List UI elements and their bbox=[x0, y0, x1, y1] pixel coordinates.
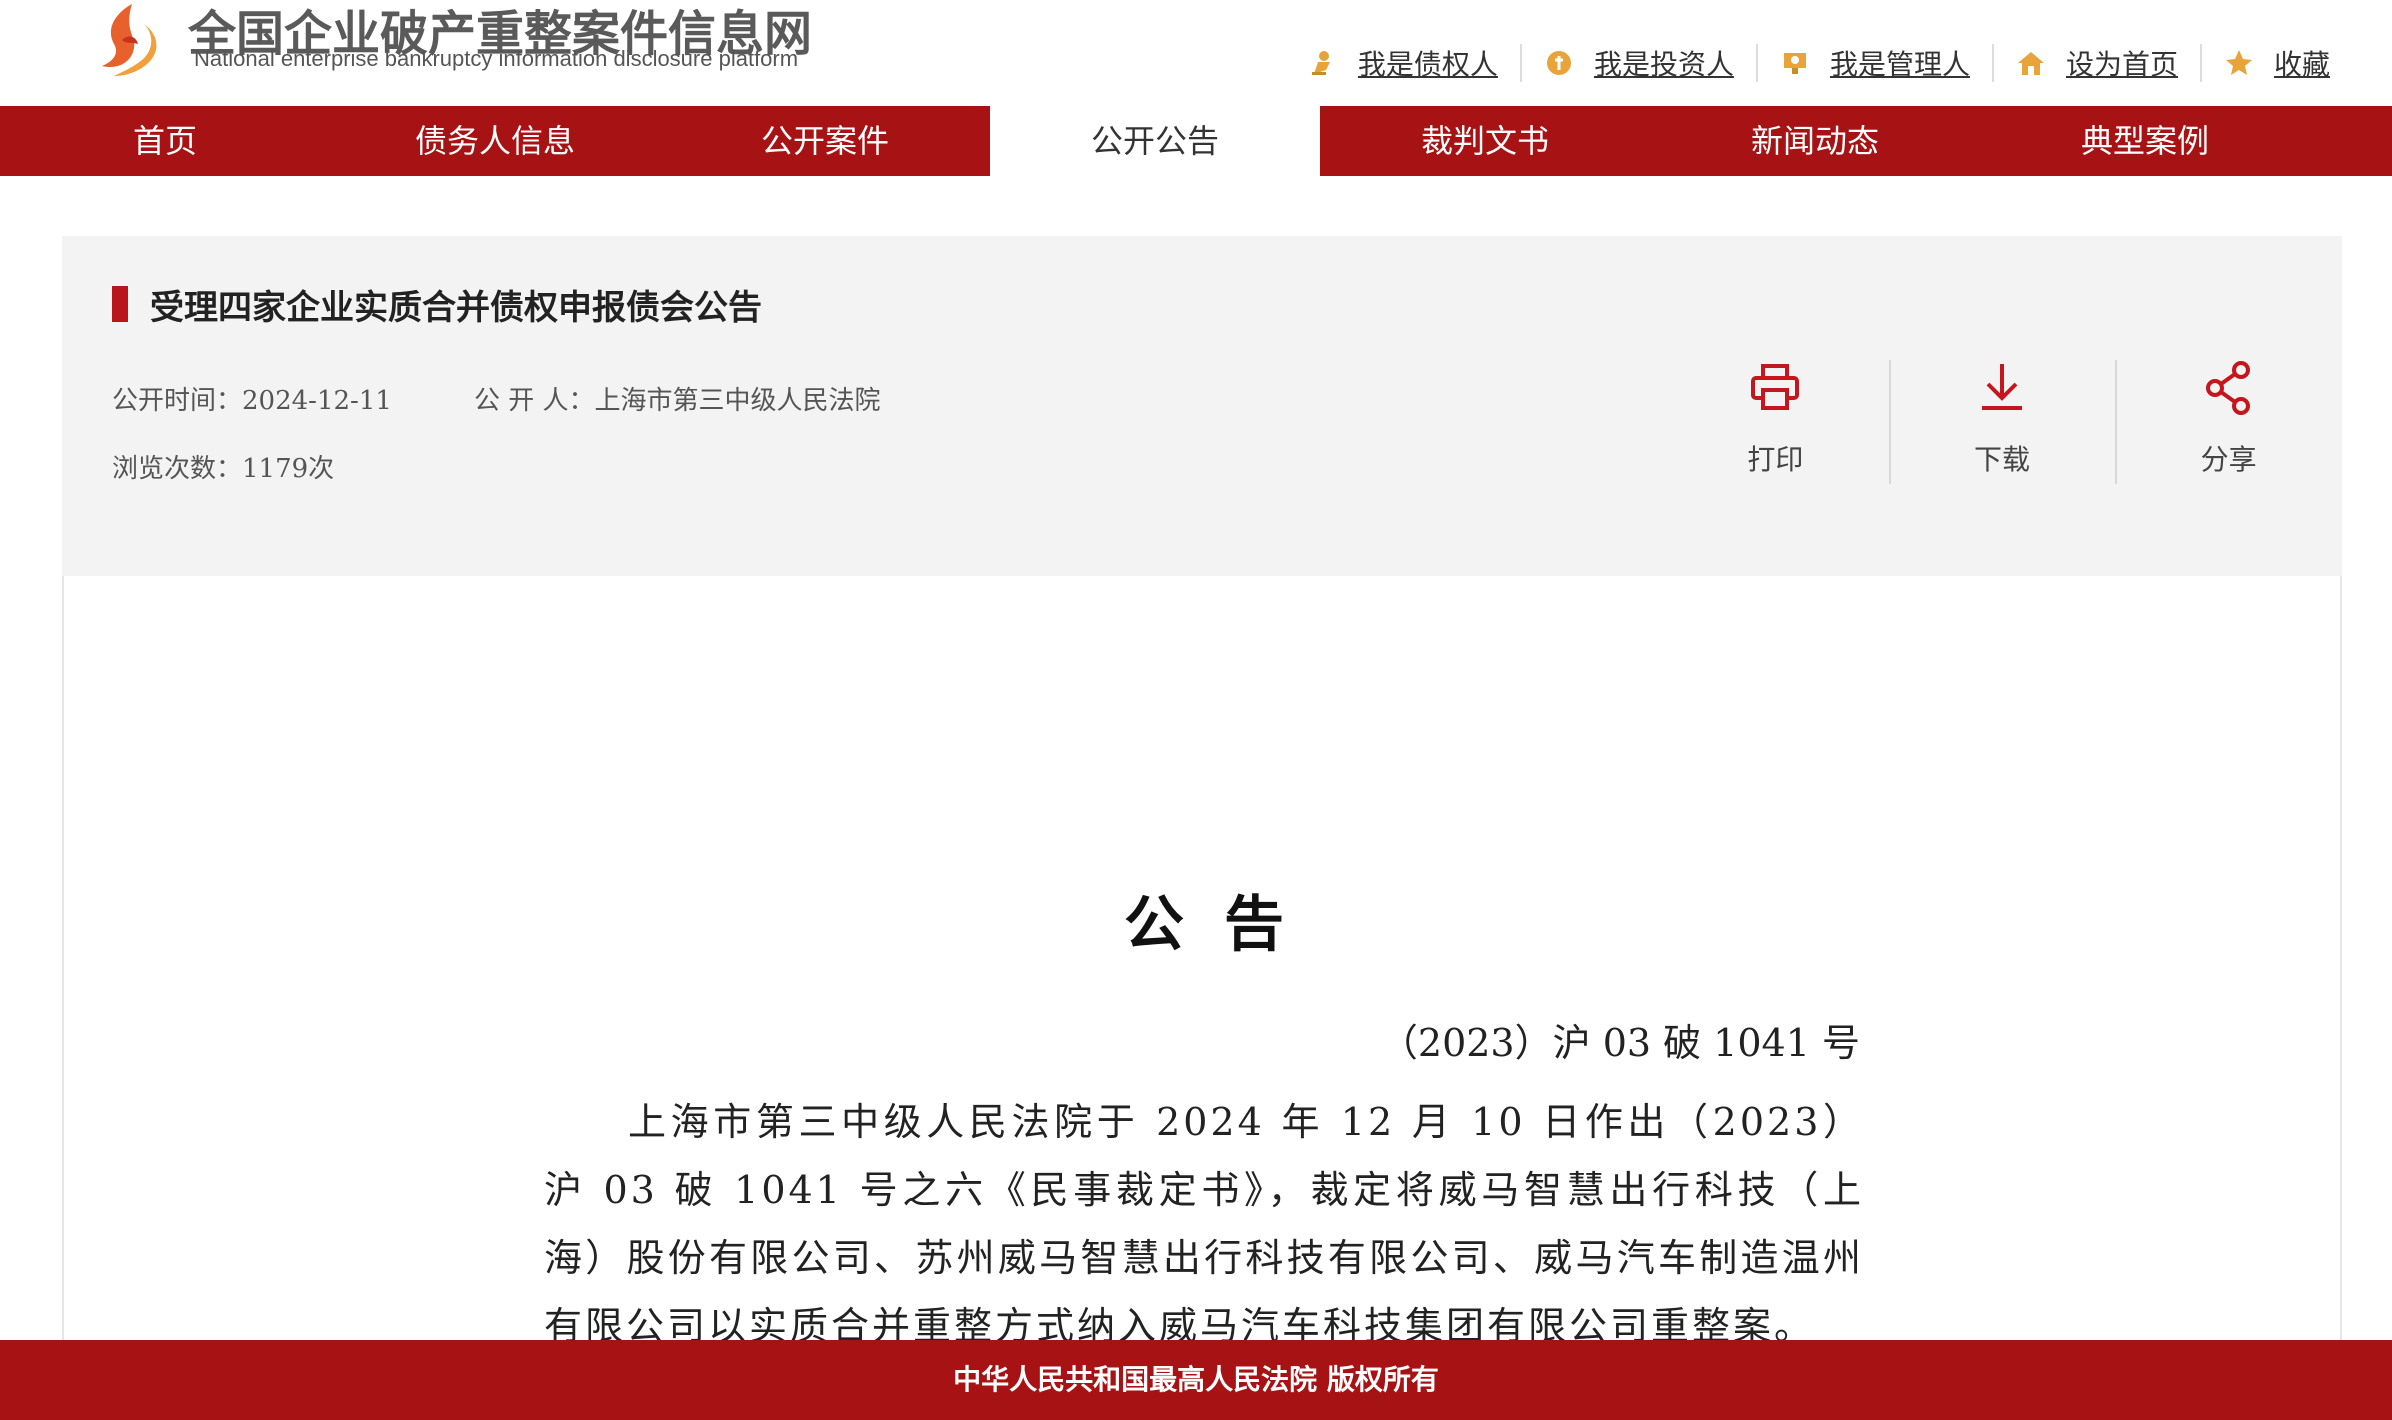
publish-time-value: 2024-12-11 bbox=[242, 386, 392, 416]
site-subtitle: National enterprise bankruptcy informati… bbox=[194, 46, 799, 71]
notice-tools: 打印 下载 分享 bbox=[1662, 360, 2342, 486]
quick-link-set-homepage[interactable]: 设为首页 bbox=[1991, 44, 2200, 82]
nav-item-home[interactable]: 首页 bbox=[0, 106, 330, 176]
nav-item-typical-cases[interactable]: 典型案例 bbox=[1980, 106, 2310, 176]
publish-time: 公开时间：2024-12-11 bbox=[112, 380, 392, 417]
site-logo-icon[interactable] bbox=[92, 0, 164, 78]
creditor-icon bbox=[1311, 51, 1330, 75]
quick-link-label: 我是管理人 bbox=[1829, 48, 1970, 81]
site-footer: 中华人民共和国最高人民法院 版权所有 bbox=[0, 1340, 2392, 1420]
quick-link-creditor[interactable]: 我是债权人 bbox=[1286, 44, 1520, 82]
nav-item-public-cases[interactable]: 公开案件 bbox=[660, 106, 990, 176]
quick-links: 我是债权人 我是投资人 我是管理人 设为首页 收藏 bbox=[1286, 44, 2352, 82]
download-button[interactable]: 下载 bbox=[1888, 360, 2116, 486]
title-marker bbox=[112, 286, 128, 322]
site-header: 全国企业破产重整案件信息网 National enterprise bankru… bbox=[0, 0, 2392, 106]
case-number: （2023）沪 03 破 1041 号 bbox=[1379, 1021, 1860, 1065]
star-icon bbox=[2225, 50, 2252, 75]
manager-icon bbox=[1783, 53, 1806, 74]
document-content: 公告 （2023）沪 03 破 1041 号 上海市第三中级人民法院于 2024… bbox=[62, 576, 2342, 1346]
nav-item-news[interactable]: 新闻动态 bbox=[1650, 106, 1980, 176]
view-count-value: 1179次 bbox=[242, 454, 335, 484]
view-count: 浏览次数：1179次 bbox=[112, 448, 334, 485]
quick-link-label: 设为首页 bbox=[2065, 48, 2178, 81]
quick-link-investor[interactable]: 我是投资人 bbox=[1519, 44, 1756, 82]
investor-icon bbox=[1546, 51, 1571, 75]
quick-link-label: 我是投资人 bbox=[1593, 48, 1734, 81]
quick-link-label: 我是债权人 bbox=[1357, 48, 1498, 81]
nav-item-debtor-info[interactable]: 债务人信息 bbox=[330, 106, 660, 176]
quick-link-favorite[interactable]: 收藏 bbox=[2199, 44, 2352, 82]
print-icon bbox=[1751, 364, 1800, 410]
publisher-label: 公 开 人： bbox=[474, 386, 595, 416]
publisher: 公 开 人：上海市第三中级人民法院 bbox=[474, 380, 881, 417]
nav-item-public-notices[interactable]: 公开公告 bbox=[990, 106, 1320, 176]
document-body: 上海市第三中级人民法院于 2024 年 12 月 10 日作出（2023）沪 0… bbox=[544, 1100, 1864, 1346]
main-nav: 首页 债务人信息 公开案件 公开公告 裁判文书 新闻动态 典型案例 bbox=[0, 106, 2392, 176]
share-icon bbox=[2205, 361, 2250, 415]
notice-title: 受理四家企业实质合并债权申报债会公告 bbox=[150, 288, 762, 328]
download-icon bbox=[1982, 364, 2022, 410]
notice-info-panel: 受理四家企业实质合并债权申报债会公告 公开时间：2024-12-11 公 开 人… bbox=[62, 236, 2342, 576]
quick-link-label: 收藏 bbox=[2273, 48, 2330, 81]
home-icon bbox=[2017, 52, 2044, 75]
view-count-label: 浏览次数： bbox=[112, 454, 243, 484]
document-heading: 公告 bbox=[1124, 890, 1324, 960]
nav-item-judgments[interactable]: 裁判文书 bbox=[1320, 106, 1650, 176]
print-label: 打印 bbox=[1747, 443, 1804, 476]
quick-link-manager[interactable]: 我是管理人 bbox=[1755, 44, 1992, 82]
share-button[interactable]: 分享 bbox=[2115, 360, 2342, 486]
share-label: 分享 bbox=[2200, 443, 2257, 476]
publish-time-label: 公开时间： bbox=[112, 386, 243, 416]
download-label: 下载 bbox=[1974, 443, 2031, 476]
publisher-value: 上海市第三中级人民法院 bbox=[594, 386, 881, 416]
print-button[interactable]: 打印 bbox=[1662, 360, 1889, 486]
